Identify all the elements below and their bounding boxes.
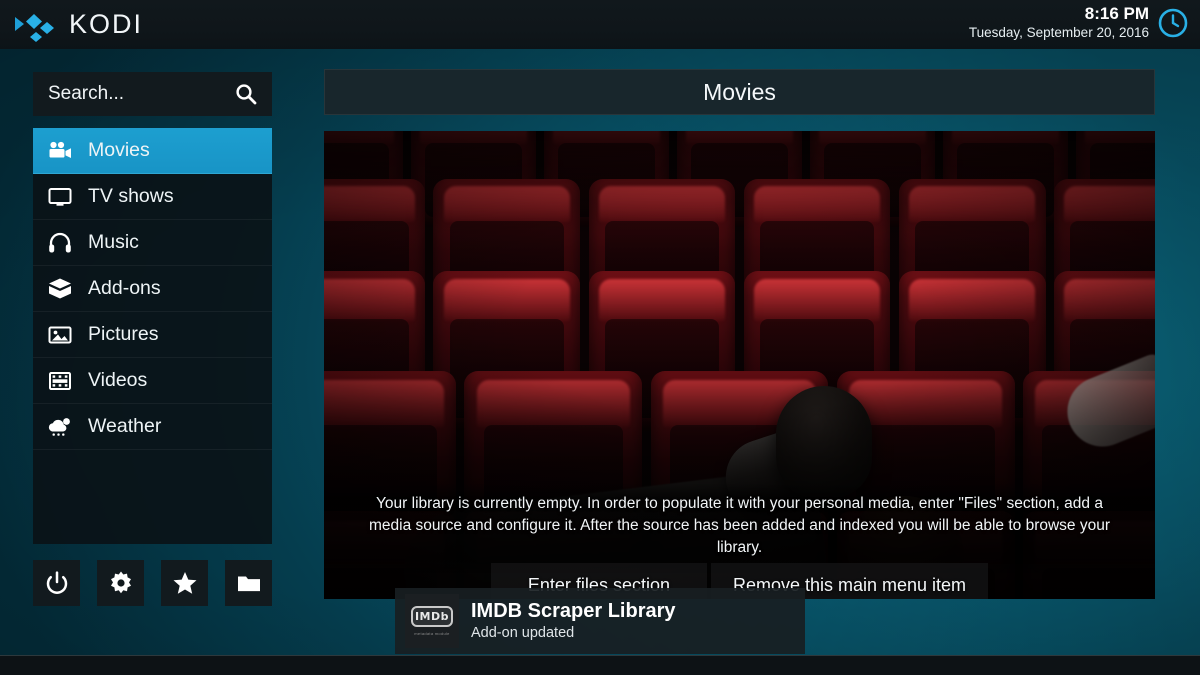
notification-message: Add-on updated xyxy=(471,625,575,641)
kodi-application-window: KODI 8:16 PM Tuesday, September 20, 2016… xyxy=(0,0,1200,675)
gear-icon xyxy=(110,571,131,594)
sidebar-item-label: TV shows xyxy=(88,184,174,207)
image-icon xyxy=(47,322,73,348)
app-name: KODI xyxy=(69,9,144,39)
search-icon[interactable] xyxy=(234,82,258,106)
main-menu: Movies TV shows Music Add-ons Pictures V… xyxy=(33,128,272,544)
search-input[interactable]: Search... xyxy=(33,72,272,116)
cloud-sun-icon xyxy=(47,414,73,440)
sidebar-item-label: Movies xyxy=(88,138,150,161)
power-icon xyxy=(46,571,67,594)
sidebar-item-add-ons[interactable]: Add-ons xyxy=(33,266,272,312)
sidebar-item-videos[interactable]: Videos xyxy=(33,358,272,404)
file-manager-button[interactable] xyxy=(225,560,272,606)
notification-texts: IMDB Scraper Library Add-on updated xyxy=(471,599,676,643)
page-title: Movies xyxy=(703,78,776,105)
notification-title: IMDB Scraper Library xyxy=(471,600,676,622)
content-header: Movies xyxy=(324,69,1155,115)
sidebar-item-label: Videos xyxy=(88,368,148,391)
sidebar-item-pictures[interactable]: Pictures xyxy=(33,312,272,358)
star-icon xyxy=(173,572,196,594)
sidebar-item-tv-shows[interactable]: TV shows xyxy=(33,174,272,220)
notification-toast[interactable]: IMDb metadata module IMDB Scraper Librar… xyxy=(395,588,805,654)
system-button-bar xyxy=(33,560,272,606)
monitor-icon xyxy=(47,184,73,210)
search-placeholder: Search... xyxy=(48,83,125,104)
sidebar-item-label: Weather xyxy=(88,414,162,437)
box-icon xyxy=(47,276,73,302)
clock-widget[interactable]: 8:16 PM Tuesday, September 20, 2016 xyxy=(969,4,1188,42)
footer-bar xyxy=(0,655,1200,675)
clock-icon xyxy=(1158,8,1188,38)
imdb-badge-text: IMDb xyxy=(411,606,453,627)
imdb-logo-icon: IMDb metadata module xyxy=(405,594,459,648)
favourites-button[interactable] xyxy=(161,560,208,606)
sidebar-item-movies[interactable]: Movies xyxy=(33,128,272,174)
sidebar-item-weather[interactable]: Weather xyxy=(33,404,272,450)
headphones-icon xyxy=(47,230,73,256)
sidebar-item-label: Add-ons xyxy=(88,276,161,299)
kodi-logo-icon xyxy=(15,14,54,42)
power-button[interactable] xyxy=(33,560,80,606)
sidebar-item-label: Pictures xyxy=(88,322,159,345)
film-strip-icon xyxy=(47,368,73,394)
empty-library-message: Your library is currently empty. In orde… xyxy=(324,483,1155,573)
settings-button[interactable] xyxy=(97,560,144,606)
clock-time: 8:16 PM xyxy=(1084,4,1149,23)
top-bar: KODI 8:16 PM Tuesday, September 20, 2016 xyxy=(0,0,1200,49)
sidebar-item-music[interactable]: Music xyxy=(33,220,272,266)
clock-date: Tuesday, September 20, 2016 xyxy=(968,25,1149,40)
content-panel: Your library is currently empty. In orde… xyxy=(324,131,1155,599)
folder-icon xyxy=(237,576,260,592)
clock-texts: 8:16 PM Tuesday, September 20, 2016 xyxy=(969,4,1149,42)
movie-camera-icon xyxy=(47,138,73,164)
imdb-badge-subtext: metadata module xyxy=(414,631,450,636)
sidebar-item-label: Music xyxy=(88,230,139,253)
app-logo: KODI xyxy=(14,6,143,42)
